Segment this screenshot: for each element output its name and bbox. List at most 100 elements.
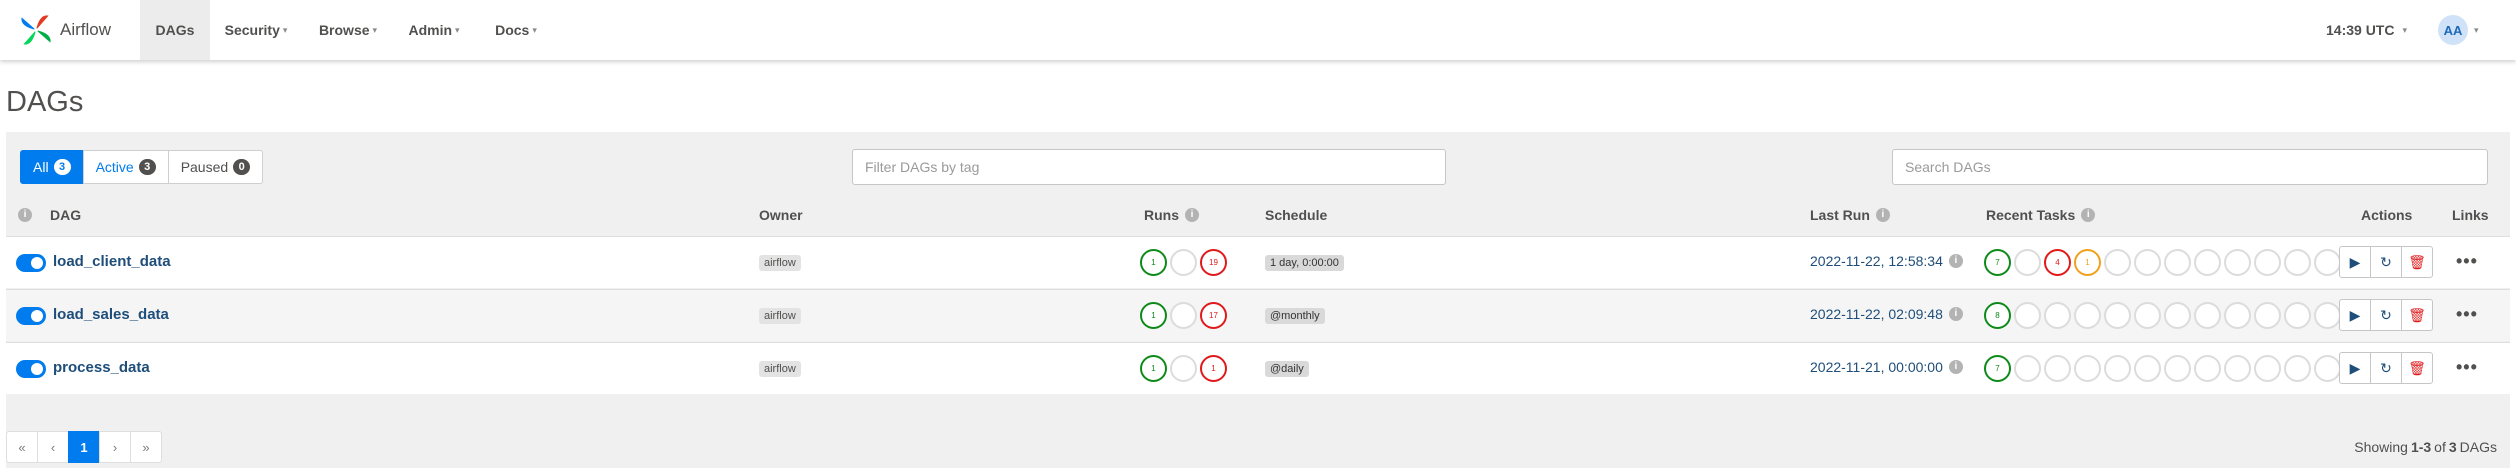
filter-active-button[interactable]: Active 3 [82,150,169,184]
refresh-dag-button[interactable]: ↻ [2370,299,2402,331]
task-state-circle[interactable] [2014,302,2041,329]
task-state-circle[interactable] [2254,249,2281,276]
run-state-circle[interactable]: 19 [1200,249,1227,276]
delete-dag-button[interactable]: 🗑 [2401,352,2433,384]
task-state-circle[interactable] [2104,249,2131,276]
links-more-icon[interactable]: ••• [2456,357,2478,378]
run-state-circle[interactable]: 1 [1200,355,1227,382]
nav-admin[interactable]: Admin ▾ [400,0,468,60]
run-state-circle[interactable] [1170,302,1197,329]
page-last-button[interactable]: » [130,431,162,463]
task-state-circle[interactable] [2044,355,2071,382]
trigger-dag-button[interactable]: ▶ [2339,299,2371,331]
last-run-link[interactable]: 2022-11-21, 00:00:00 [1810,359,1943,375]
info-icon[interactable]: i [1185,208,1199,222]
last-run-link[interactable]: 2022-11-22, 12:58:34 [1810,253,1943,269]
info-icon[interactable]: i [1875,208,1890,222]
task-state-circle[interactable] [2194,302,2221,329]
run-state-circle[interactable]: 1 [1140,249,1167,276]
links-more-icon[interactable]: ••• [2456,304,2478,325]
page-next-button[interactable]: › [99,431,131,463]
task-state-circle[interactable] [2074,302,2101,329]
task-state-circle[interactable] [2104,355,2131,382]
refresh-dag-button[interactable]: ↻ [2370,352,2402,384]
nav-security[interactable]: Security ▾ [216,0,296,60]
trigger-dag-button[interactable]: ▶ [2339,352,2371,384]
task-state-circle[interactable]: 8 [1984,302,2011,329]
task-state-circle[interactable]: 7 [1984,249,2011,276]
task-state-circle[interactable] [2314,302,2341,329]
delete-dag-button[interactable]: 🗑 [2401,299,2433,331]
page-first-button[interactable]: « [6,431,38,463]
nav-dags[interactable]: DAGs [140,0,210,60]
run-state-circle[interactable]: 17 [1200,302,1227,329]
run-state-circle[interactable] [1170,249,1197,276]
info-icon[interactable]: i [1948,254,1963,268]
delete-dag-button[interactable]: 🗑 [2401,246,2433,278]
owner-tag[interactable]: airflow [759,361,801,377]
task-state-circle[interactable] [2224,355,2251,382]
search-dags-input[interactable] [1892,149,2488,185]
task-state-circle[interactable] [2194,355,2221,382]
task-state-circle[interactable] [2314,249,2341,276]
user-menu[interactable]: AA ▾ [2438,0,2479,60]
dag-id-link[interactable]: process_data [53,359,150,376]
task-state-circle[interactable] [2134,302,2161,329]
task-state-circle[interactable] [2014,355,2041,382]
task-state-circle[interactable] [2044,302,2071,329]
owner-tag[interactable]: airflow [759,255,801,271]
filter-all-button[interactable]: All 3 [20,150,84,184]
owner-tag[interactable]: airflow [759,308,801,324]
schedule-tag[interactable]: 1 day, 0:00:00 [1265,255,1344,271]
info-icon[interactable]: i [1948,307,1963,321]
task-state-circle[interactable] [2134,355,2161,382]
task-state-circle[interactable] [2224,249,2251,276]
task-state-circle[interactable] [2224,302,2251,329]
task-state-circle[interactable] [2164,302,2191,329]
brand-logo-link[interactable]: Airflow [18,6,111,54]
dag-pause-toggle[interactable] [16,254,46,272]
schedule-tag[interactable]: @daily [1265,361,1309,377]
task-state-circle[interactable] [2164,249,2191,276]
last-run-link[interactable]: 2022-11-22, 02:09:48 [1810,306,1943,322]
dag-pause-toggle[interactable] [16,307,46,325]
task-state-circle[interactable] [2194,249,2221,276]
run-state-circle[interactable]: 1 [1140,355,1167,382]
task-state-circle[interactable] [2254,302,2281,329]
task-state-circle[interactable] [2164,355,2191,382]
tag-filter-input[interactable] [852,149,1446,185]
col-header-dag[interactable]: i DAG [18,204,81,226]
task-state-circle[interactable] [2104,302,2131,329]
task-state-circle[interactable]: 4 [2044,249,2071,276]
trigger-dag-button[interactable]: ▶ [2339,246,2371,278]
schedule-tag[interactable]: @monthly [1265,308,1325,324]
task-state-circle[interactable] [2284,249,2311,276]
filter-paused-button[interactable]: Paused 0 [167,150,264,184]
page-current-button[interactable]: 1 [68,431,100,463]
info-icon[interactable]: i [2081,208,2096,222]
dag-id-link[interactable]: load_sales_data [53,306,169,323]
refresh-dag-button[interactable]: ↻ [2370,246,2402,278]
task-state-circle[interactable] [2254,355,2281,382]
nav-docs[interactable]: Docs ▾ [485,0,547,60]
nav-browse[interactable]: Browse ▾ [311,0,385,60]
task-state-circle[interactable]: 7 [1984,355,2011,382]
dag-id-link[interactable]: load_client_data [53,253,171,270]
run-state-circle[interactable] [1170,355,1197,382]
timezone-clock-dropdown[interactable]: 14:39 UTC ▾ [2326,0,2407,60]
col-header-schedule[interactable]: Schedule [1265,204,1327,226]
info-icon[interactable]: i [1948,360,1963,374]
task-state-circle[interactable] [2284,302,2311,329]
page-prev-button[interactable]: ‹ [37,431,69,463]
run-state-circle[interactable]: 1 [1140,302,1167,329]
task-state-circle[interactable] [2314,355,2341,382]
info-icon[interactable]: i [18,208,32,222]
task-state-circle[interactable] [2014,249,2041,276]
task-state-circle[interactable] [2134,249,2161,276]
task-state-circle[interactable] [2074,355,2101,382]
task-state-circle[interactable] [2284,355,2311,382]
col-header-owner[interactable]: Owner [759,204,803,226]
dag-pause-toggle[interactable] [16,360,46,378]
links-more-icon[interactable]: ••• [2456,251,2478,272]
task-state-circle[interactable]: 1 [2074,249,2101,276]
